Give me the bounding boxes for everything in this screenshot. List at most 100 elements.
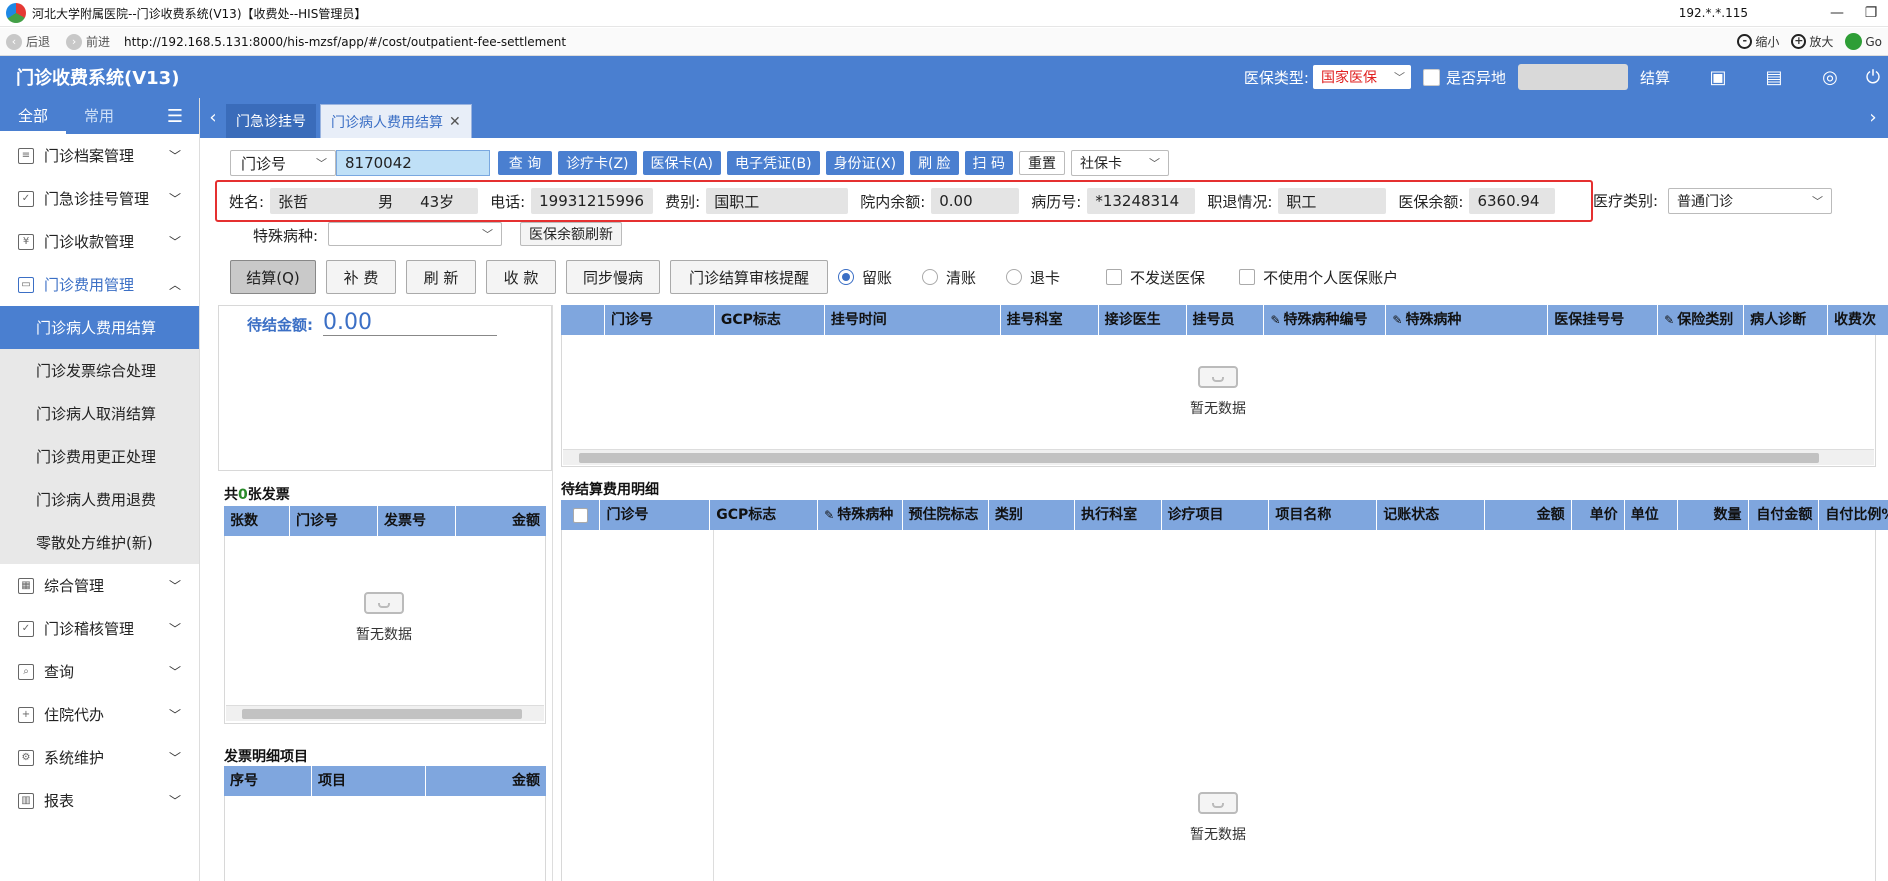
sidebar-tab-all[interactable]: 全部 xyxy=(0,98,66,134)
menu-toggle-icon[interactable]: ☰ xyxy=(167,106,183,127)
col-clinic-no[interactable]: 门诊号 xyxy=(605,305,715,335)
card-type-select[interactable]: 社保卡 ﹀ xyxy=(1070,150,1169,176)
restore-button[interactable]: ❐ xyxy=(1854,5,1888,21)
col-seq[interactable]: 序号 xyxy=(224,766,312,796)
back-button[interactable]: ‹ 后退 xyxy=(6,33,50,50)
sidebar-subitem-prescription[interactable]: 零散处方维护(新) xyxy=(0,521,199,564)
sidebar-item-inpatient[interactable]: + 住院代办 ﹀ xyxy=(0,693,199,736)
remote-checkbox[interactable] xyxy=(1422,68,1440,86)
radio-clear-account[interactable] xyxy=(922,269,939,285)
col-clinic-no[interactable]: 门诊号 xyxy=(600,500,711,530)
invoice-scrollbar[interactable] xyxy=(226,705,544,721)
power-icon[interactable]: ⏻ xyxy=(1858,67,1888,88)
settle-input[interactable] xyxy=(1517,64,1628,90)
clinic-card-button[interactable]: 诊疗卡(Z) xyxy=(558,151,637,175)
sidebar-item-payment[interactable]: ¥ 门诊收款管理 ﹀ xyxy=(0,220,199,263)
col-unit[interactable]: 单位 xyxy=(1625,500,1678,530)
sidebar-tab-common[interactable]: 常用 xyxy=(66,98,132,134)
select-all-checkbox[interactable] xyxy=(573,507,588,523)
sidebar-item-audit[interactable]: ✓ 门诊稽核管理 ﹀ xyxy=(0,607,199,650)
col-gcp[interactable]: GCP标志 xyxy=(710,500,819,530)
checkbox-no-personal-account[interactable] xyxy=(1239,269,1256,285)
sidebar-item-general[interactable]: ▦ 综合管理 ﹀ xyxy=(0,564,199,607)
col-self-pay[interactable]: 自付金额 xyxy=(1749,500,1820,530)
audit-reminder-button[interactable]: 门诊结算审核提醒 xyxy=(670,260,828,294)
col-ins-reg-no[interactable]: 医保挂号号 xyxy=(1548,305,1659,335)
checkbox-no-send-insurance[interactable] xyxy=(1106,269,1123,285)
sidebar-item-archive[interactable]: ≡ 门诊档案管理 ﹀ xyxy=(0,134,199,177)
radio-keep-account[interactable] xyxy=(838,269,854,285)
col-item[interactable]: 项目 xyxy=(312,766,426,796)
medical-type-select[interactable]: 普通门诊 ﹀ xyxy=(1668,188,1832,214)
zoom-in-button[interactable]: + 放大 xyxy=(1791,33,1833,50)
sidebar-subitem-correction[interactable]: 门诊费用更正处理 xyxy=(0,435,199,478)
radio-return-card[interactable] xyxy=(1006,269,1023,285)
col-charge-times[interactable]: 收费次 xyxy=(1828,305,1888,335)
close-icon[interactable]: ✕ xyxy=(449,114,461,130)
query-button[interactable]: 查 询 xyxy=(498,151,552,175)
search-input[interactable]: 8170042 xyxy=(336,150,490,176)
special-disease-select[interactable]: ﹀ xyxy=(328,222,502,246)
col-invoice-no[interactable]: 发票号 xyxy=(378,506,456,536)
vertical-splitter[interactable] xyxy=(552,305,553,881)
col-item-name[interactable]: 项目名称 xyxy=(1269,500,1378,530)
minimize-button[interactable]: — xyxy=(1820,5,1854,21)
sync-chronic-button[interactable]: 同步慢病 xyxy=(566,260,660,294)
col-select-all[interactable] xyxy=(561,500,601,530)
col-registrar[interactable]: 挂号员 xyxy=(1187,305,1265,335)
col-sheets[interactable]: 张数 xyxy=(224,506,290,536)
refresh-button[interactable]: 刷 新 xyxy=(406,260,476,294)
go-button[interactable]: Go xyxy=(1845,33,1882,50)
col-doctor[interactable]: 接诊医生 xyxy=(1099,305,1187,335)
id-card-icon[interactable]: ▣ xyxy=(1690,67,1746,88)
tab-settlement[interactable]: 门诊病人费用结算 ✕ xyxy=(320,104,472,138)
registration-scrollbar[interactable] xyxy=(563,449,1874,465)
col-gcp[interactable]: GCP标志 xyxy=(715,305,825,335)
col-treatment[interactable]: 诊疗项目 xyxy=(1162,500,1270,530)
sidebar-item-system[interactable]: ⚙ 系统维护 ﹀ xyxy=(0,736,199,779)
col-amount[interactable]: 金额 xyxy=(1485,500,1572,530)
col-quantity[interactable]: 数量 xyxy=(1678,500,1749,530)
insurance-card-button[interactable]: 医保卡(A) xyxy=(642,151,722,175)
col-preadmit[interactable]: 预住院标志 xyxy=(903,500,989,530)
tab-registration[interactable]: 门急诊挂号 xyxy=(226,104,316,138)
col-category[interactable]: 类别 xyxy=(989,500,1076,530)
col-amount[interactable]: 金额 xyxy=(456,506,546,536)
settle-button[interactable]: 结算(Q) xyxy=(230,260,316,294)
sidebar-item-fee[interactable]: ▭ 门诊费用管理 ︿ xyxy=(0,263,199,306)
sidebar-subitem-refund[interactable]: 门诊病人费用退费 xyxy=(0,478,199,521)
sidebar-subitem-invoice[interactable]: 门诊发票综合处理 xyxy=(0,349,199,392)
document-icon[interactable]: ▤ xyxy=(1746,67,1802,88)
supplement-fee-button[interactable]: 补 费 xyxy=(326,260,396,294)
sidebar-subitem-settlement[interactable]: 门诊病人费用结算 xyxy=(0,306,199,349)
search-type-select[interactable]: 门诊号 ﹀ xyxy=(230,150,336,176)
e-voucher-button[interactable]: 电子凭证(B) xyxy=(727,151,820,175)
col-diagnosis[interactable]: 病人诊断 xyxy=(1744,305,1829,335)
col-clinic-no[interactable]: 门诊号 xyxy=(290,506,378,536)
col-exec-dept[interactable]: 执行科室 xyxy=(1075,500,1162,530)
zoom-out-button[interactable]: - 缩小 xyxy=(1737,33,1779,50)
col-special-disease[interactable]: ✎ 特殊病种 xyxy=(818,500,903,530)
url-field[interactable]: http://192.168.5.131:8000/his-mzsf/app/#… xyxy=(124,35,566,49)
tab-scroll-right-icon[interactable]: › xyxy=(1858,98,1888,138)
reset-button[interactable]: 重置 xyxy=(1018,151,1065,175)
col-special-code[interactable]: ✎ 特殊病种编号 xyxy=(1264,305,1387,335)
col-reg-time[interactable]: 挂号时间 xyxy=(825,305,1001,335)
sidebar-item-report[interactable]: ▥ 报表 ﹀ xyxy=(0,779,199,822)
refresh-icon[interactable]: ◎ xyxy=(1802,67,1858,88)
sidebar-subitem-cancel[interactable]: 门诊病人取消结算 xyxy=(0,392,199,435)
col-ins-category[interactable]: ✎ 保险类别 xyxy=(1658,305,1745,335)
forward-button[interactable]: › 前进 xyxy=(66,33,110,50)
col-reg-dept[interactable]: 挂号科室 xyxy=(1001,305,1099,335)
col-special-disease[interactable]: ✎ 特殊病种 xyxy=(1386,305,1549,335)
tab-scroll-left-icon[interactable]: ‹ xyxy=(200,98,226,138)
col-billing-status[interactable]: 记账状态 xyxy=(1377,500,1486,530)
col-unit-price[interactable]: 单价 xyxy=(1572,500,1625,530)
sidebar-item-query[interactable]: ⌕ 查询 ﹀ xyxy=(0,650,199,693)
refresh-insurance-balance-button[interactable]: 医保余额刷新 xyxy=(520,222,622,246)
id-card-button[interactable]: 身份证(X) xyxy=(825,151,905,175)
sidebar-item-registration[interactable]: ✓ 门急诊挂号管理 ﹀ xyxy=(0,177,199,220)
col-self-ratio[interactable]: 自付比例% xyxy=(1819,500,1888,530)
collect-button[interactable]: 收 款 xyxy=(486,260,556,294)
scan-code-button[interactable]: 扫 码 xyxy=(964,151,1013,175)
